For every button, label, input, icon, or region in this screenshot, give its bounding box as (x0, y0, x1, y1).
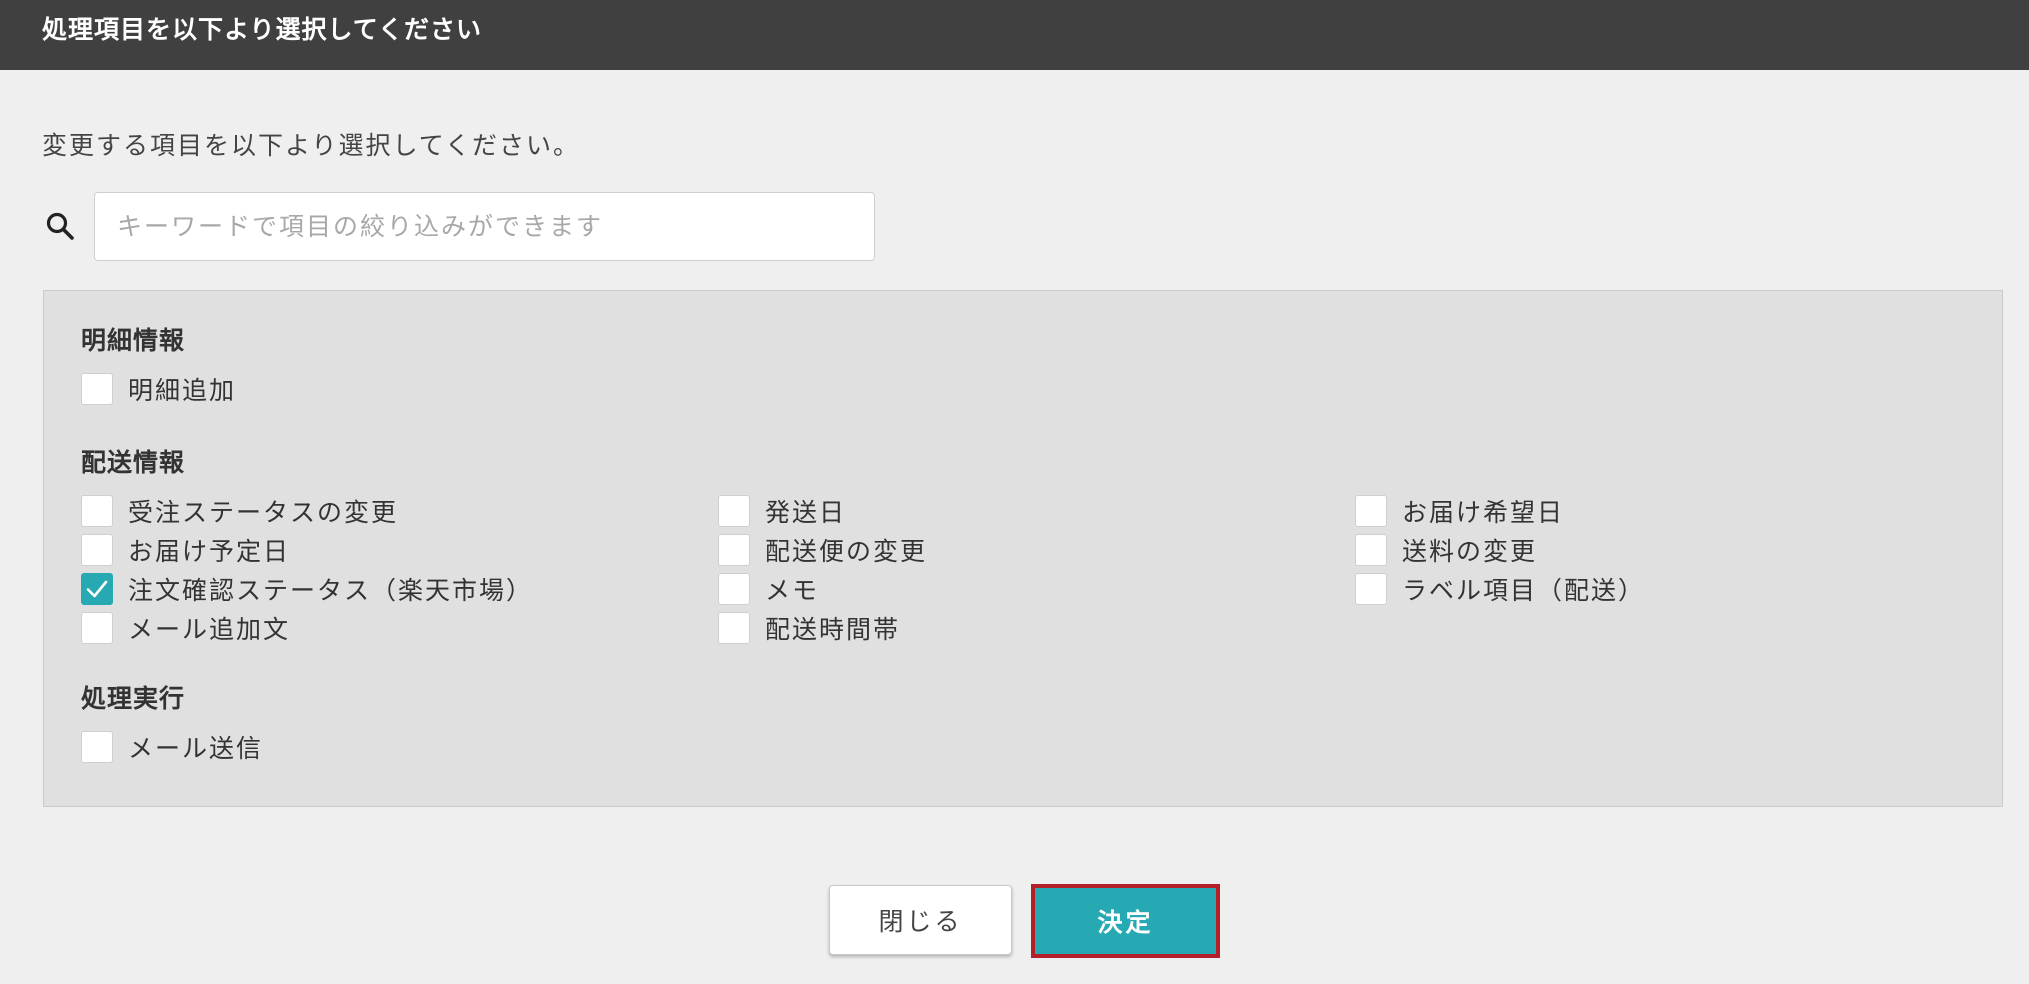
option-label: お届け予定日 (128, 537, 291, 566)
checkbox[interactable] (718, 573, 750, 605)
option-carrier-change[interactable]: 配送便の変更 (718, 533, 927, 567)
option-label: 配送時間帯 (765, 615, 901, 644)
checkbox[interactable] (81, 495, 113, 527)
option-label-item-shipping[interactable]: ラベル項目（配送） (1355, 572, 1645, 606)
option-label: メール追加文 (128, 615, 291, 644)
option-add-detail[interactable]: 明細追加 (81, 372, 236, 406)
option-delivery-time-slot[interactable]: 配送時間帯 (718, 611, 900, 645)
close-button[interactable]: 閉じる (829, 885, 1012, 955)
options-panel: 明細情報 明細追加 配送情報 受注ステータスの変更 お届け予定日 注文確認ステー… (43, 290, 2003, 807)
option-label: お届け希望日 (1402, 498, 1565, 527)
option-label: 明細追加 (128, 376, 237, 405)
confirm-button[interactable]: 決定 (1031, 884, 1220, 958)
section-title-process: 処理実行 (81, 684, 186, 713)
checkbox[interactable] (718, 534, 750, 566)
checkbox[interactable] (1355, 495, 1387, 527)
option-ship-date[interactable]: 発送日 (718, 494, 846, 528)
option-label: 送料の変更 (1402, 537, 1538, 566)
option-order-confirm-status-rakuten[interactable]: 注文確認ステータス（楽天市場） (81, 572, 533, 606)
option-label: メール送信 (128, 734, 264, 763)
option-label: 配送便の変更 (765, 537, 928, 566)
option-label: 受注ステータスの変更 (128, 498, 399, 527)
checkbox[interactable] (81, 731, 113, 763)
option-desired-delivery-date[interactable]: お届け希望日 (1355, 494, 1564, 528)
checkbox[interactable] (81, 534, 113, 566)
option-label: 発送日 (765, 498, 847, 527)
dialog-title: 処理項目を以下より選択してください (0, 0, 2029, 70)
checkbox[interactable] (718, 612, 750, 644)
option-mail-additional-text[interactable]: メール追加文 (81, 611, 290, 645)
section-title-detail: 明細情報 (81, 326, 186, 355)
instruction-text: 変更する項目を以下より選択してください。 (42, 131, 581, 160)
option-memo[interactable]: メモ (718, 572, 819, 606)
checkbox[interactable] (718, 495, 750, 527)
search-input[interactable] (94, 192, 875, 261)
checkmark-icon (86, 580, 108, 598)
option-label: メモ (765, 576, 820, 605)
option-label: 注文確認ステータス（楽天市場） (128, 576, 534, 605)
option-send-mail[interactable]: メール送信 (81, 730, 263, 764)
search-icon (46, 212, 74, 240)
checkbox[interactable] (1355, 534, 1387, 566)
option-scheduled-delivery-date[interactable]: お届け予定日 (81, 533, 290, 567)
checkbox-checked[interactable] (81, 573, 113, 605)
checkbox[interactable] (81, 373, 113, 405)
section-title-shipping: 配送情報 (81, 448, 186, 477)
checkbox[interactable] (1355, 573, 1387, 605)
option-label: ラベル項目（配送） (1402, 576, 1646, 605)
checkbox[interactable] (81, 612, 113, 644)
option-shipping-fee-change[interactable]: 送料の変更 (1355, 533, 1537, 567)
option-order-status-change[interactable]: 受注ステータスの変更 (81, 494, 398, 528)
